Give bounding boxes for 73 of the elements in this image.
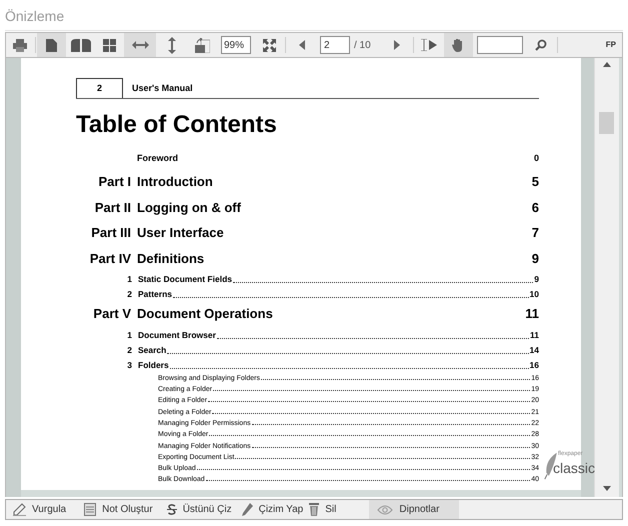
toc-page-number: 5 xyxy=(532,173,539,191)
horizontal-arrows-icon xyxy=(132,41,148,49)
part-title: Document Operations xyxy=(137,305,274,323)
part-number: Part II xyxy=(94,198,131,216)
pencil-icon xyxy=(13,503,26,516)
toc-page-number: 7 xyxy=(532,224,539,242)
section-number: 2 xyxy=(126,288,132,301)
search-field[interactable] xyxy=(476,36,523,54)
draw-tool[interactable]: Çizim Yap xyxy=(238,500,306,519)
right-triangle-icon xyxy=(394,40,400,50)
single-page-button[interactable] xyxy=(37,33,66,57)
toc-title: Foreword xyxy=(137,152,180,166)
part-number: Part V xyxy=(92,305,131,323)
section-number: 1 xyxy=(126,328,132,342)
grid-icon xyxy=(103,38,116,52)
scroll-up-icon[interactable] xyxy=(603,62,611,67)
scroll-thumb[interactable] xyxy=(599,112,614,134)
left-triangle-icon xyxy=(298,40,304,50)
part-title: Introduction xyxy=(137,173,214,191)
note-tool[interactable]: Not Oluştur xyxy=(81,500,156,519)
toc-page-number: 14 xyxy=(530,344,539,356)
hand-icon xyxy=(452,38,464,52)
highlight-tool[interactable]: Vurgula xyxy=(10,500,70,519)
panel-title: Önizleme xyxy=(5,7,66,26)
section-title: Patterns xyxy=(138,288,172,301)
delete-tool[interactable]: Sil xyxy=(306,500,340,519)
section-number: 1 xyxy=(126,273,132,286)
search-icon xyxy=(535,39,548,51)
expand-icon xyxy=(263,38,276,52)
toc-page-number: 9 xyxy=(532,250,539,268)
page-count: / 10 xyxy=(354,38,372,52)
pencil-icon xyxy=(242,503,253,516)
text-cursor-icon xyxy=(420,39,438,51)
page-heading: Table of Contents xyxy=(76,111,278,139)
part-title: User Interface xyxy=(137,224,225,242)
print-icon xyxy=(13,38,27,52)
toc-page-number: 11 xyxy=(525,305,539,323)
section-title: Static Document Fields xyxy=(138,273,232,286)
open-book-icon xyxy=(70,38,90,52)
toc-page-number: 10 xyxy=(530,288,539,301)
hand-button[interactable] xyxy=(444,33,473,57)
scroll-down-icon[interactable] xyxy=(603,486,611,491)
page-number: 2 xyxy=(76,78,123,98)
about-button[interactable]: FP xyxy=(606,39,616,51)
toc-page-number: 6 xyxy=(532,198,539,216)
note-icon xyxy=(84,503,96,516)
strikethrough-icon xyxy=(166,504,177,515)
section-title: Document Browser xyxy=(138,328,216,342)
part-number: Part IV xyxy=(88,250,131,268)
fit-width-button[interactable] xyxy=(124,33,156,57)
section-number: 3 xyxy=(126,358,132,372)
footnotes-tool[interactable]: Dipnotlar xyxy=(369,500,460,519)
page-icon xyxy=(46,38,57,52)
part-title: Definitions xyxy=(137,250,206,268)
running-header: User's Manual xyxy=(132,82,193,94)
toc-page-number: 11 xyxy=(530,328,539,342)
toc-page-number: 16 xyxy=(530,358,539,372)
toc-page-number: 0 xyxy=(534,152,539,166)
part-number: Part I xyxy=(97,173,131,191)
vertical-arrows-icon xyxy=(168,36,176,54)
scrollbar[interactable] xyxy=(594,58,619,497)
eye-icon xyxy=(377,504,394,514)
section-title: Folders xyxy=(138,358,169,372)
part-number: Part III xyxy=(90,224,131,242)
part-title: Logging on & off xyxy=(137,198,242,217)
section-number: 2 xyxy=(126,344,132,356)
trash-icon xyxy=(309,503,320,516)
rotate-icon xyxy=(195,38,210,52)
strikethrough-tool[interactable]: Üstünü Çiz xyxy=(164,500,235,519)
toc-page-number: 9 xyxy=(534,273,539,286)
section-title: Search xyxy=(138,344,166,356)
page-number-field[interactable]: 2 xyxy=(320,36,350,54)
zoom-field[interactable]: 99% xyxy=(221,36,251,54)
